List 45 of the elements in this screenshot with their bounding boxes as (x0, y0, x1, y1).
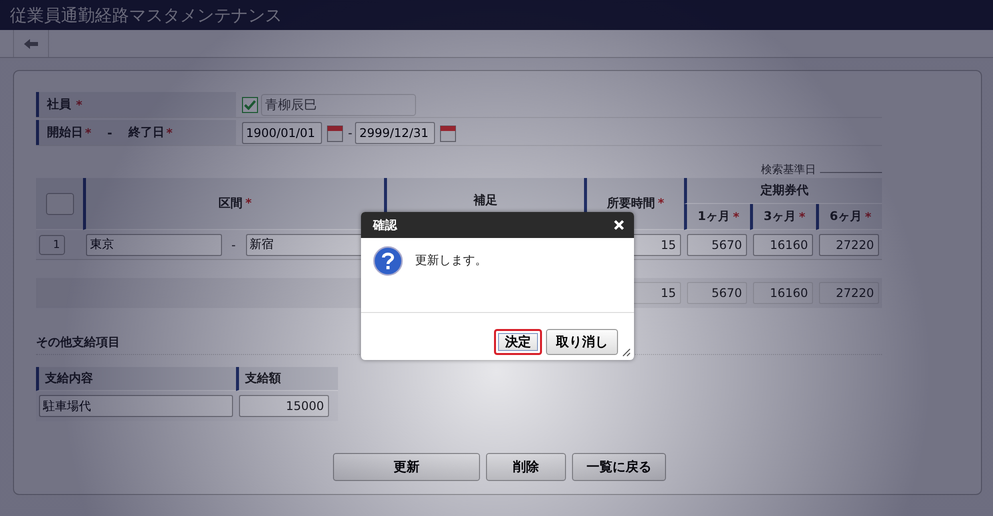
column-header: 定期券代 (684, 178, 882, 204)
period-label: 終了日 (128, 124, 164, 141)
total-fare: 27220 (819, 282, 879, 304)
employee-checkbox[interactable] (242, 96, 258, 112)
fare-field[interactable]: 16160 (753, 234, 813, 256)
payment-amount-field[interactable]: 15000 (239, 395, 329, 417)
employee-label: 社員 (47, 96, 71, 113)
fare-field[interactable]: 27220 (819, 234, 879, 256)
row-number: 1 (39, 234, 65, 254)
total-fare: 5670 (687, 282, 747, 304)
dialog-message: 更新します。 (415, 252, 487, 269)
end-date-field[interactable]: 2999/12/31 (355, 122, 436, 144)
station-separator: - (230, 238, 237, 252)
back-arrow-icon (24, 38, 38, 48)
action-button[interactable]: 更新 (333, 453, 480, 481)
calendar-icon[interactable] (327, 124, 343, 142)
payment-content-field[interactable]: 駐車場代 (39, 395, 233, 417)
employee-name-field: 青柳辰巳 (261, 94, 416, 116)
column-header: 6ヶ月 * (816, 204, 882, 230)
total-fare: 16160 (753, 282, 813, 304)
calendar-icon[interactable] (440, 124, 456, 142)
date-separator: - (348, 126, 352, 140)
column-header: 支給内容 (36, 367, 236, 391)
period-label: 開始日 (47, 124, 83, 141)
column-header: 3ヶ月 * (750, 204, 816, 230)
required-mark: * (85, 126, 92, 140)
resize-grip-icon[interactable] (621, 347, 631, 357)
column-header: 支給額 (236, 367, 338, 391)
select-all-checkbox[interactable] (46, 192, 74, 214)
dialog-button[interactable]: 決定 (494, 328, 542, 354)
dialog-button[interactable]: 取り消し (546, 328, 618, 354)
required-mark: * (76, 98, 82, 112)
from-station-field[interactable]: 東京 (86, 234, 222, 256)
action-button[interactable]: 一覧に戻る (572, 453, 666, 481)
required-mark: * (166, 126, 173, 140)
fare-field[interactable]: 5670 (687, 234, 747, 256)
search-base-date-label: 検索基準日 (761, 162, 816, 176)
back-button[interactable] (13, 30, 49, 57)
question-icon (373, 246, 403, 276)
window-title: 従業員通勤経路マスタメンテナンス (10, 4, 282, 26)
column-header: 1ヶ月 * (684, 204, 750, 230)
close-icon[interactable] (614, 220, 624, 230)
period-label: - (107, 126, 112, 140)
start-date-field[interactable]: 1900/01/01 (242, 122, 322, 144)
action-button[interactable]: 削除 (486, 453, 566, 481)
